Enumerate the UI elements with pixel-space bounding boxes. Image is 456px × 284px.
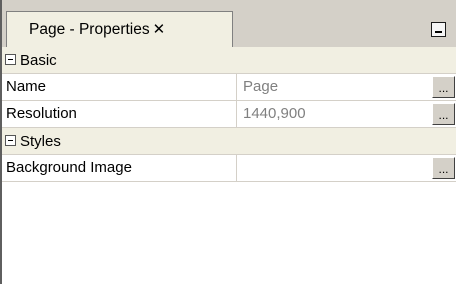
property-grid: Basic Name Page ... Resolution 1440,900 …: [2, 47, 456, 182]
collapse-minus-icon[interactable]: [5, 135, 16, 146]
category-label: Basic: [20, 52, 57, 69]
property-row-resolution[interactable]: Resolution 1440,900 ...: [2, 101, 456, 128]
properties-panel: Page - Properties ✕ Basic Name Page ... …: [0, 0, 456, 284]
property-name: Background Image: [2, 155, 237, 181]
property-value[interactable]: Page: [238, 74, 433, 100]
ellipsis-button[interactable]: ...: [432, 103, 455, 125]
ellipsis-button[interactable]: ...: [432, 76, 455, 98]
tab-bar: Page - Properties ✕: [2, 0, 456, 47]
category-basic: Basic: [2, 47, 456, 74]
collapse-minus-icon[interactable]: [5, 54, 16, 65]
minimize-icon: [435, 31, 442, 33]
close-icon[interactable]: ✕: [153, 22, 166, 37]
property-value[interactable]: 1440,900: [238, 101, 433, 127]
property-row-name[interactable]: Name Page ...: [2, 74, 456, 101]
category-label: Styles: [20, 133, 61, 150]
tab-page-properties[interactable]: Page - Properties ✕: [6, 11, 233, 47]
tab-label: Page - Properties: [29, 20, 150, 38]
property-name: Resolution: [2, 101, 237, 127]
property-name: Name: [2, 74, 237, 100]
property-row-background-image[interactable]: Background Image ...: [2, 155, 456, 182]
ellipsis-button[interactable]: ...: [432, 157, 455, 179]
minimize-button[interactable]: [431, 22, 446, 37]
category-styles: Styles: [2, 128, 456, 155]
property-value[interactable]: [238, 155, 433, 181]
